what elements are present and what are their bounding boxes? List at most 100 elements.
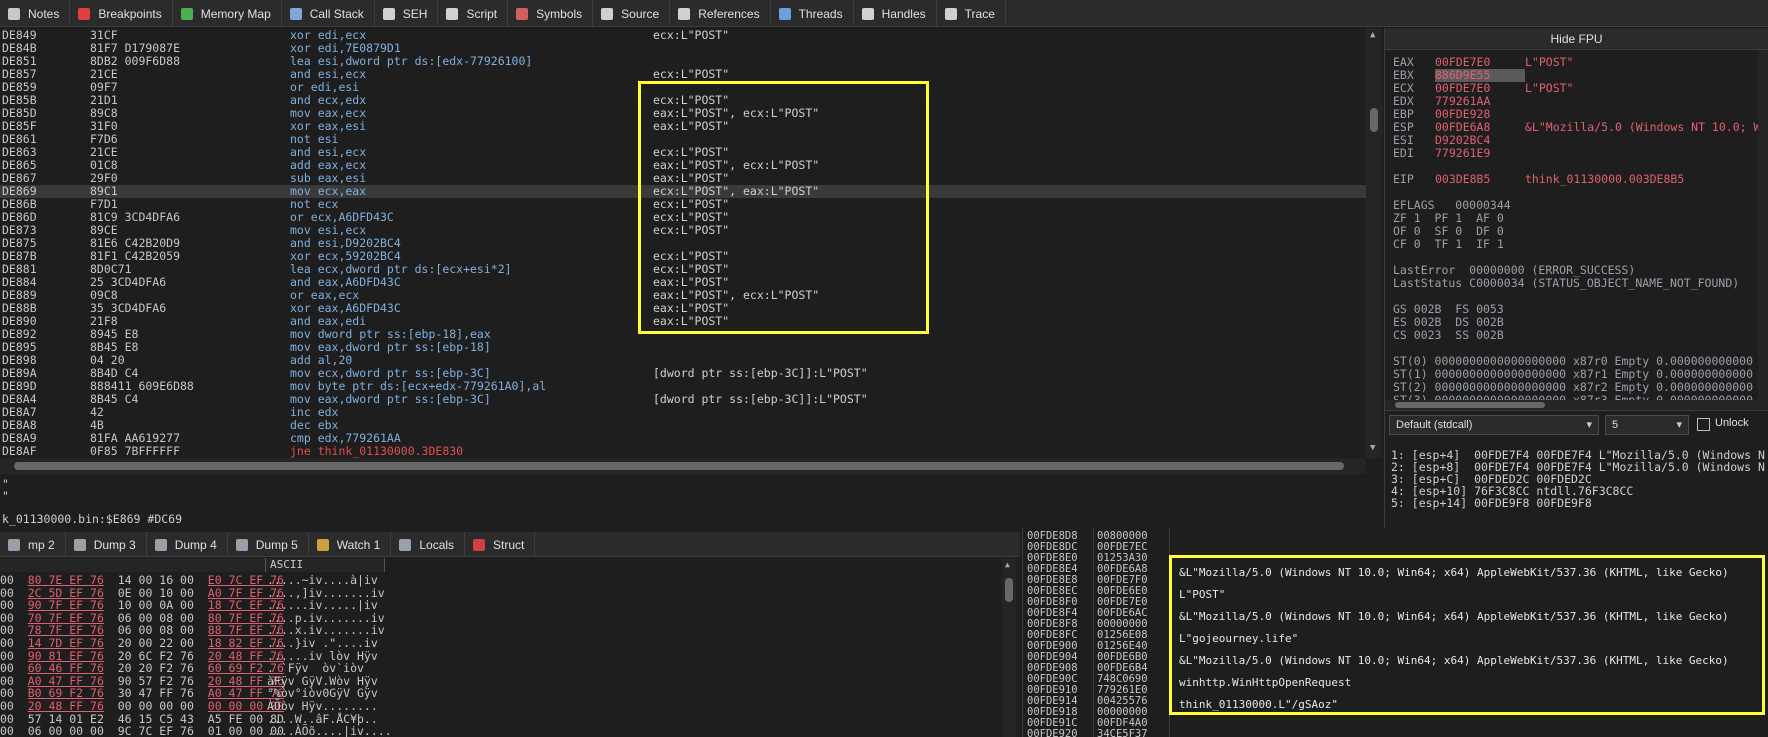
hex-column-header bbox=[0, 558, 265, 572]
disasm-row[interactable]: DE8AF 0F85 7BFFFFFF jne think_01130000.3DE… bbox=[0, 445, 1366, 458]
register-comment: &L"Mozilla/5.0 (Windows NT 10.0; W bbox=[1525, 120, 1761, 134]
disasm-row[interactable]: DE857 21CE and esi,ecx ecx:L"POST" bbox=[0, 68, 1366, 81]
disasm-row[interactable]: DE8A9 81FA AA619277 cmp edx,779261AA bbox=[0, 432, 1366, 445]
tab-script[interactable]: Script bbox=[438, 0, 509, 27]
stack-comment[interactable]: think_01130000.L"/gSAoz" bbox=[1179, 698, 1338, 711]
unlock-checkbox[interactable] bbox=[1697, 418, 1710, 431]
disasm-row[interactable]: DE89A 8B4D C4 mov ecx,dword ptr ss:[ebp-3C… bbox=[0, 367, 1366, 380]
tab-breakpoints[interactable]: Breakpoints bbox=[70, 0, 173, 27]
instruction-bytes: 0F85 7BFFFFFF bbox=[90, 444, 181, 458]
stack-comment[interactable]: winhttp.WinHttpOpenRequest bbox=[1179, 676, 1351, 689]
disasm-row[interactable]: DE84B 81F7 D179087E xor edi,7E0879D1 bbox=[0, 42, 1366, 55]
disasm-row[interactable]: DE8A4 8B45 C4 mov eax,dword ptr ss:[ebp-3C… bbox=[0, 393, 1366, 406]
stack-comment[interactable]: &L"Mozilla/5.0 (Windows NT 10.0; Win64; … bbox=[1179, 610, 1729, 623]
stack-comment[interactable]: L"POST" bbox=[1179, 588, 1225, 601]
disasm-row[interactable]: DE890 21F8 and eax,edi eax:L"POST" bbox=[0, 315, 1366, 328]
tab-handles[interactable]: Handles bbox=[854, 0, 937, 27]
register-edi[interactable]: EDI 779261E9 bbox=[1393, 147, 1525, 160]
stack-value[interactable]: 34CE5F37 bbox=[1097, 729, 1148, 737]
instruction-comment: eax:L"POST" bbox=[653, 314, 730, 328]
argument-count-value: 5 bbox=[1612, 419, 1619, 431]
references-icon bbox=[678, 7, 691, 20]
disassembly-vertical-scrollbar[interactable]: ▲ ▼ bbox=[1366, 28, 1382, 458]
dump-icon bbox=[73, 538, 86, 551]
instruction-comment: [dword ptr ss:[ebp-3C]]:L"POST" bbox=[653, 366, 868, 380]
stack-comment[interactable]: L"gojeourney.life" bbox=[1179, 632, 1298, 645]
stack-comment[interactable]: &L"Mozilla/5.0 (Windows NT 10.0; Win64; … bbox=[1179, 566, 1729, 579]
scroll-up-arrow-icon[interactable]: ▲ bbox=[1370, 30, 1375, 40]
tab-seh[interactable]: SEH bbox=[375, 0, 439, 27]
register-eip[interactable]: EIP 003DE8B5 think_01130000.003DE8B5 bbox=[1393, 173, 1684, 186]
scrollbar-thumb[interactable] bbox=[14, 462, 1344, 470]
argument-count-select[interactable]: 5 ▾ bbox=[1605, 415, 1689, 435]
tab-label: Breakpoints bbox=[98, 6, 162, 21]
tab-references[interactable]: References bbox=[670, 0, 771, 27]
tab-label: Dump 5 bbox=[255, 537, 298, 552]
hex-dump-view[interactable]: ASCII 00 80 7E EF 76 14 00 16 00 E0 7C E… bbox=[0, 558, 1020, 737]
stack-view[interactable]: 00FDE8D8 00800000 00FDE8DC 00FDE7EC 00FDE8E0… bbox=[1022, 528, 1768, 737]
scroll-down-arrow-icon[interactable]: ▼ bbox=[1370, 443, 1375, 453]
tab-call-stack[interactable]: Call Stack bbox=[282, 0, 375, 27]
calling-convention-select[interactable]: Default (stdcall) ▾ bbox=[1389, 415, 1599, 435]
tab-notes[interactable]: Notes bbox=[0, 0, 71, 27]
instruction-comment: [dword ptr ss:[ebp-3C]]:L"POST" bbox=[653, 392, 868, 406]
scrollbar-thumb[interactable] bbox=[1370, 108, 1378, 132]
disasm-row[interactable]: DE849 31CF xor edi,ecx ecx:L"POST" bbox=[0, 29, 1366, 42]
script-icon bbox=[446, 7, 459, 20]
dump-icon bbox=[8, 538, 20, 551]
hex-addr-tail: 00 bbox=[0, 724, 14, 737]
disasm-row[interactable]: DE85F 31F0 xor eax,esi eax:L"POST" bbox=[0, 120, 1366, 133]
chevron-down-icon: ▾ bbox=[1586, 419, 1592, 431]
instruction-comment: ecx:L"POST" bbox=[653, 28, 730, 42]
threads-icon bbox=[778, 7, 791, 20]
tab-source[interactable]: Source bbox=[593, 0, 671, 27]
ascii-column-header: ASCII bbox=[265, 558, 385, 572]
info-line-3: k_01130000.bin:$E869 #DC69 bbox=[2, 512, 183, 526]
disassembly-view[interactable]: DE849 31CF xor edi,ecx ecx:L"POST" DE84B 81F7… bbox=[0, 28, 1366, 458]
last-status[interactable]: LastStatus C0000034 (STATUS_OBJECT_NAME_… bbox=[1393, 277, 1739, 290]
instruction-comment: ecx:L"POST" bbox=[653, 67, 730, 81]
tab-mp-2[interactable]: mp 2 bbox=[0, 532, 66, 557]
tab-label: Watch 1 bbox=[336, 537, 381, 552]
argument-row[interactable]: 5: [esp+14] 00FDE9F8 00FDE9F8 bbox=[1391, 497, 1592, 509]
scrollbar-thumb[interactable] bbox=[1005, 578, 1013, 602]
tab-dump-5[interactable]: Dump 5 bbox=[228, 532, 309, 557]
stack-address[interactable]: 00FDE920 bbox=[1027, 729, 1078, 737]
stack-comment[interactable]: &L"Mozilla/5.0 (Windows NT 10.0; Win64; … bbox=[1179, 654, 1729, 667]
locals-icon bbox=[399, 538, 412, 551]
disasm-row[interactable]: DE892 8945 E8 mov dword ptr ss:[ebp-18],ea… bbox=[0, 328, 1366, 341]
instruction-comment: ecx:L"POST" bbox=[653, 223, 730, 237]
hex-row[interactable]: 00 06 00 00 00 9C 7C EF 76 01 00 00 00 bbox=[0, 725, 284, 737]
tab-struct[interactable]: Struct bbox=[465, 532, 536, 557]
tab-dump-4[interactable]: Dump 4 bbox=[147, 532, 228, 557]
source-icon bbox=[601, 7, 614, 20]
scroll-up-arrow-icon[interactable]: ▲ bbox=[1005, 560, 1010, 569]
hide-fpu-button[interactable]: Hide FPU bbox=[1385, 28, 1768, 50]
tab-trace[interactable]: Trace bbox=[937, 0, 1006, 27]
register-comment: L"POST" bbox=[1525, 55, 1574, 69]
symbols-icon bbox=[516, 7, 529, 20]
flags-row[interactable]: CF 0 TF 1 IF 1 bbox=[1393, 238, 1504, 251]
register-name: EDI bbox=[1393, 146, 1414, 160]
segment-row[interactable]: CS 0023 SS 002B bbox=[1393, 329, 1504, 342]
unlock-label: Unlock bbox=[1715, 417, 1749, 429]
tab-symbols[interactable]: Symbols bbox=[508, 0, 594, 27]
disasm-row[interactable]: DE8A8 4B dec ebx bbox=[0, 419, 1366, 432]
registers-vscroll[interactable] bbox=[1758, 50, 1768, 410]
disasm-row[interactable]: DE895 8B45 E8 mov eax,dword ptr ss:[ebp-18… bbox=[0, 341, 1366, 354]
tab-memory-map[interactable]: Memory Map bbox=[173, 0, 282, 27]
disasm-row[interactable]: DE873 89CE mov esi,ecx ecx:L"POST" bbox=[0, 224, 1366, 237]
tab-threads[interactable]: Threads bbox=[771, 0, 854, 27]
scrollbar-thumb[interactable] bbox=[1395, 402, 1545, 408]
register-comment: think_01130000.003DE8B5 bbox=[1525, 172, 1685, 186]
disasm-row[interactable]: DE8A7 42 inc edx bbox=[0, 406, 1366, 419]
dump-icon bbox=[154, 538, 167, 551]
disassembly-horizontal-scrollbar[interactable] bbox=[0, 458, 1366, 474]
tab-label: Source bbox=[621, 6, 660, 21]
hex-bytes: 9C 7C EF 76 bbox=[117, 724, 194, 737]
dump-vertical-scrollbar[interactable]: ▲ bbox=[1002, 558, 1016, 737]
tab-watch-1[interactable]: Watch 1 bbox=[309, 532, 392, 557]
registers-hscroll[interactable] bbox=[1385, 400, 1759, 410]
tab-dump-3[interactable]: Dump 3 bbox=[66, 532, 147, 557]
tab-locals[interactable]: Locals bbox=[391, 532, 466, 557]
